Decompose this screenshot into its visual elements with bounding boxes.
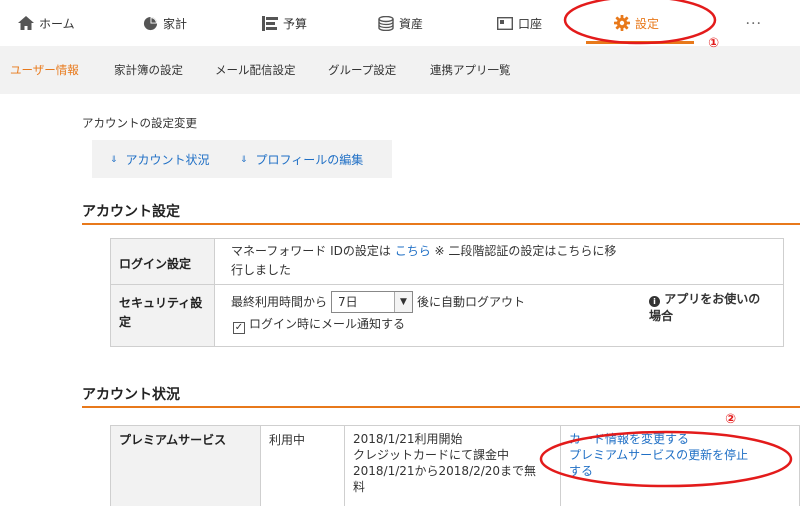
login-settings-header: ログイン設定 — [110, 238, 215, 285]
account-icon — [497, 16, 513, 30]
security-settings-cell: 最終利用時間から 7日 ▼ 後に自動ログアウト ✓ ログイン時にメール通知する i… — [214, 284, 784, 347]
info-icon: i — [649, 296, 660, 307]
stop-premium-link-line1: プレミアムサービスの更新を停止 — [569, 448, 749, 462]
auto-logout-select-value: 7日 — [338, 294, 358, 309]
premium-service-header: プレミアムサービス — [110, 425, 261, 506]
premium-detail-line4: 料 — [353, 480, 366, 494]
active-tab-indicator — [586, 41, 694, 44]
nav-accounts-label: 口座 — [518, 16, 543, 31]
premium-detail-line3: 2018/1/21から2018/2/20まで無 — [353, 464, 537, 478]
mail-notify-checkbox[interactable]: ✓ — [233, 321, 245, 334]
auto-logout-pre: 最終利用時間から — [231, 294, 328, 309]
premium-detail: 2018/1/21利用開始 クレジットカードにて課金中 2018/1/21から2… — [344, 425, 561, 506]
home-icon — [18, 16, 34, 30]
login-settings-cell: マネーフォワード IDの設定は こちら ※ 二段階認証の設定はこちらに移 行しま… — [214, 238, 784, 285]
nav-budget[interactable]: 予算 — [262, 0, 307, 46]
auto-logout-post: 後に自動ログアウト — [417, 294, 526, 309]
subnav-user-info[interactable]: ユーザー情報 — [10, 46, 79, 94]
budget-icon — [262, 15, 278, 31]
nav-assets[interactable]: 資産 — [378, 0, 423, 46]
anchor-account-status[interactable]: ⇓ アカウント状況 — [110, 151, 210, 168]
section-divider — [82, 406, 800, 408]
security-header-line1: セキュリティ設 — [119, 296, 203, 310]
login-text-post2: 行しました — [231, 263, 292, 277]
nav-home[interactable]: ホーム — [18, 0, 75, 46]
premium-detail-line2: クレジットカードにて課金中 — [353, 448, 510, 462]
pie-chart-icon — [143, 16, 158, 30]
nav-household[interactable]: 家計 — [143, 0, 187, 46]
subnav-linked-apps[interactable]: 連携アプリ一覧 — [430, 46, 511, 94]
app-usage-info[interactable]: i アプリをお使いの 場合 — [649, 291, 760, 325]
auto-logout-select[interactable]: 7日 ▼ — [331, 291, 414, 313]
nav-assets-label: 資産 — [399, 16, 424, 31]
gear-icon — [614, 15, 630, 31]
anchor-profile-edit-label: プロフィールの編集 — [255, 153, 364, 167]
security-settings-header: セキュリティ設 定 — [110, 284, 215, 347]
mail-notify-label: ログイン時にメール通知する — [249, 317, 406, 331]
nav-accounts[interactable]: 口座 — [497, 0, 542, 46]
premium-detail-line1: 2018/1/21利用開始 — [353, 432, 463, 446]
login-text-pre: マネーフォワード IDの設定は — [231, 244, 391, 258]
app-usage-info-line2: 場合 — [649, 309, 674, 323]
subnav-group-settings[interactable]: グループ設定 — [328, 46, 396, 94]
section-title-account-settings: アカウント設定 — [82, 204, 180, 220]
security-header-line2: 定 — [119, 315, 132, 329]
section-title-account-status: アカウント状況 — [82, 387, 180, 403]
nav-settings-label: 設定 — [635, 16, 660, 31]
chevron-down-icon: ▼ — [394, 292, 413, 312]
anchor-links: ⇓ アカウント状況 ⇓ プロフィールの編集 — [92, 140, 392, 178]
app-usage-info-line1: アプリをお使いの — [664, 292, 761, 306]
login-id-link[interactable]: こちら — [395, 244, 431, 258]
nav-settings[interactable]: 設定 — [586, 0, 694, 46]
subnav-household-settings[interactable]: 家計簿の設定 — [114, 46, 183, 94]
nav-budget-label: 予算 — [283, 16, 308, 31]
double-chevron-down-icon: ⇓ — [110, 154, 118, 165]
premium-actions: カード情報を変更する プレミアムサービスの更新を停止 する — [560, 425, 800, 506]
stop-premium-link-line2: する — [569, 464, 594, 478]
coins-icon — [378, 15, 394, 31]
stop-premium-link[interactable]: プレミアムサービスの更新を停止 する — [569, 448, 748, 478]
account-settings-heading: アカウントの設定変更 — [82, 116, 197, 130]
nav-home-label: ホーム — [39, 16, 75, 31]
annotation-mark-1: ① — [708, 36, 720, 51]
anchor-profile-edit[interactable]: ⇓ プロフィールの編集 — [240, 151, 363, 168]
annotation-mark-2: ② — [725, 412, 737, 427]
nav-household-label: 家計 — [163, 16, 188, 31]
account-settings-table: ログイン設定 マネーフォワード IDの設定は こちら ※ 二段階認証の設定はこち… — [110, 238, 784, 347]
more-icon: ･･･ — [745, 17, 762, 30]
double-chevron-down-icon: ⇓ — [240, 154, 248, 165]
section-divider — [82, 223, 800, 225]
premium-status: 利用中 — [260, 425, 345, 506]
more-menu-button[interactable]: ･･･ — [745, 0, 762, 46]
account-status-table: プレミアムサービス 利用中 2018/1/21利用開始 クレジットカードにて課金… — [110, 425, 800, 506]
login-text-post: ※ 二段階認証の設定はこちらに移 — [434, 244, 617, 258]
change-card-link[interactable]: カード情報を変更する — [569, 432, 689, 446]
subnav-mail-settings[interactable]: メール配信設定 — [215, 46, 296, 94]
anchor-account-status-label: アカウント状況 — [125, 153, 210, 167]
top-nav: ホーム 家計 予算 資産 口座 設定 ･･･ — [0, 0, 800, 46]
sub-nav: ユーザー情報 家計簿の設定 メール配信設定 グループ設定 連携アプリ一覧 — [0, 46, 800, 94]
